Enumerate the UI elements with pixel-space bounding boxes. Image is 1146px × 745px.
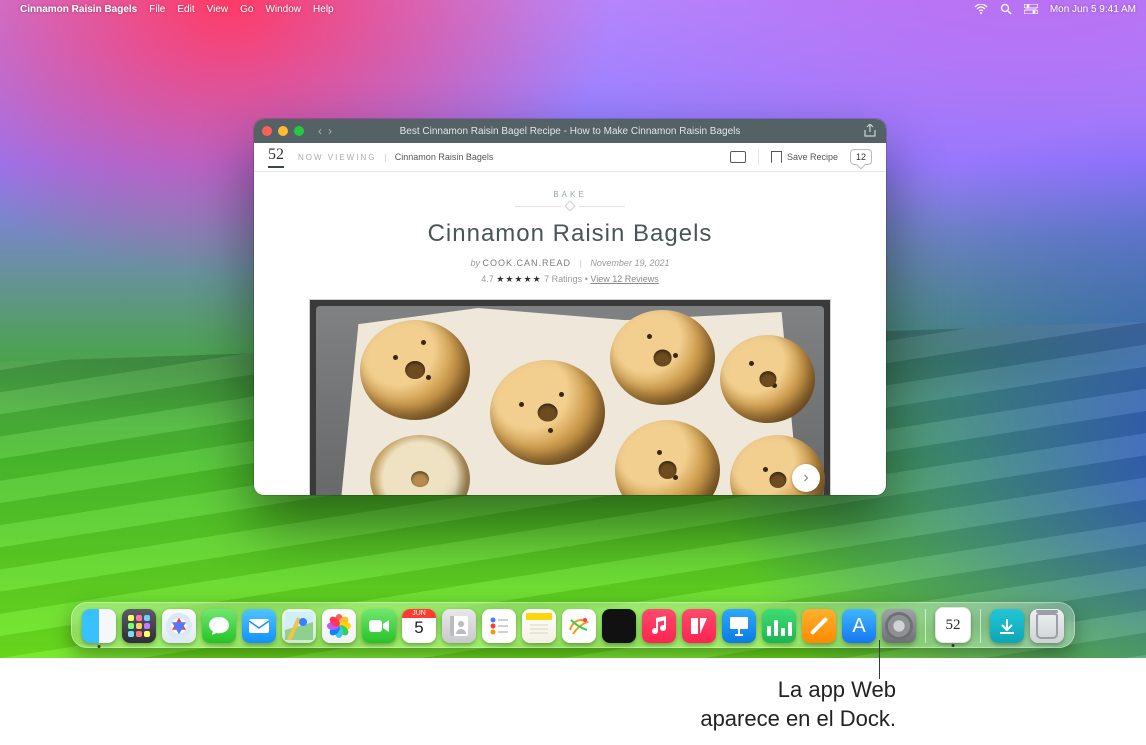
dock-news[interactable] [682, 609, 716, 643]
dock-facetime[interactable] [362, 609, 396, 643]
page-toolbar: 52 NOW VIEWING | Cinnamon Raisin Bagels … [254, 143, 886, 172]
dock-appstore[interactable]: A [842, 609, 876, 643]
window-controls [262, 126, 304, 136]
dock-separator [925, 609, 926, 643]
dock-numbers[interactable] [762, 609, 796, 643]
dock-settings[interactable] [882, 609, 916, 643]
dock-safari[interactable] [162, 609, 196, 643]
dock-trash[interactable] [1030, 609, 1064, 643]
menu-app-name[interactable]: Cinnamon Raisin Bagels [20, 4, 137, 15]
app-window: ‹ › Best Cinnamon Raisin Bagel Recipe - … [254, 119, 886, 495]
breadcrumb[interactable]: Cinnamon Raisin Bagels [395, 152, 494, 162]
next-image-button[interactable]: › [792, 464, 820, 492]
dock-pages[interactable] [802, 609, 836, 643]
comments-button[interactable]: 12 [850, 149, 872, 165]
dock-reminders[interactable] [482, 609, 516, 643]
share-button[interactable] [864, 124, 876, 141]
page-content: BAKE Cinnamon Raisin Bagels by COOK.CAN.… [254, 172, 886, 495]
author-link[interactable]: COOK.CAN.READ [483, 258, 572, 268]
dock-contacts[interactable] [442, 609, 476, 643]
spotlight-icon[interactable] [1000, 3, 1012, 15]
ratings-row: 4.7 ★★★★★ 7 Ratings • View 12 Reviews [254, 274, 886, 285]
menu-go[interactable]: Go [240, 4, 253, 15]
forward-button[interactable]: › [328, 124, 332, 138]
dock-calendar[interactable]: JUN5 [402, 609, 436, 643]
view-reviews-link[interactable]: View 12 Reviews [590, 274, 658, 284]
menu-edit[interactable]: Edit [177, 4, 194, 15]
dock-messages[interactable] [202, 609, 236, 643]
recipe-title: Cinnamon Raisin Bagels [254, 220, 886, 248]
publish-date: November 19, 2021 [590, 258, 669, 268]
menu-bar: Cinnamon Raisin Bagels File Edit View Go… [0, 0, 1146, 18]
dock-webapp[interactable]: 52 [935, 607, 971, 643]
ratings-count: 7 Ratings [544, 274, 582, 284]
callout-line [879, 640, 880, 658]
wifi-icon[interactable] [974, 4, 988, 14]
rating-value: 4.7 [481, 274, 494, 284]
close-button[interactable] [262, 126, 272, 136]
window-titlebar[interactable]: ‹ › Best Cinnamon Raisin Bagel Recipe - … [254, 119, 886, 143]
dock-maps[interactable] [282, 609, 316, 643]
window-title: Best Cinnamon Raisin Bagel Recipe - How … [254, 126, 886, 137]
control-center-icon[interactable] [1024, 4, 1038, 14]
caption-area: La app Web aparece en el Dock. [0, 658, 1146, 745]
dock-notes[interactable] [522, 609, 556, 643]
site-logo[interactable]: 52 [268, 146, 284, 168]
dock-separator [980, 609, 981, 643]
dock-freeform[interactable] [562, 609, 596, 643]
caption-text: La app Web aparece en el Dock. [700, 676, 896, 733]
dock: JUN5 A 52 [71, 602, 1075, 648]
byline: by COOK.CAN.READ | November 19, 2021 [254, 258, 886, 268]
dock-mail[interactable] [242, 609, 276, 643]
minimize-button[interactable] [278, 126, 288, 136]
menu-window[interactable]: Window [265, 4, 301, 15]
desktop: Cinnamon Raisin Bagels File Edit View Go… [0, 0, 1146, 658]
email-icon[interactable] [730, 151, 746, 163]
star-icons: ★★★★★ [496, 274, 541, 284]
menu-file[interactable]: File [149, 4, 165, 15]
menu-clock[interactable]: Mon Jun 5 9:41 AM [1050, 4, 1136, 15]
now-viewing-label: NOW VIEWING [298, 153, 376, 162]
menu-help[interactable]: Help [313, 4, 334, 15]
dock-container: JUN5 A 52 [0, 602, 1146, 648]
dock-music[interactable] [642, 609, 676, 643]
bookmark-icon [771, 151, 782, 163]
dock-photos[interactable] [322, 609, 356, 643]
dock-launchpad[interactable] [122, 609, 156, 643]
menu-view[interactable]: View [207, 4, 229, 15]
dock-finder[interactable] [82, 609, 116, 643]
hero-image: › [309, 299, 831, 495]
back-button[interactable]: ‹ [318, 124, 322, 138]
zoom-button[interactable] [294, 126, 304, 136]
save-recipe-button[interactable]: Save Recipe [771, 151, 838, 163]
dock-tv[interactable] [602, 609, 636, 643]
dock-downloads[interactable] [990, 609, 1024, 643]
category-label[interactable]: BAKE [254, 190, 886, 199]
dock-keynote[interactable] [722, 609, 756, 643]
